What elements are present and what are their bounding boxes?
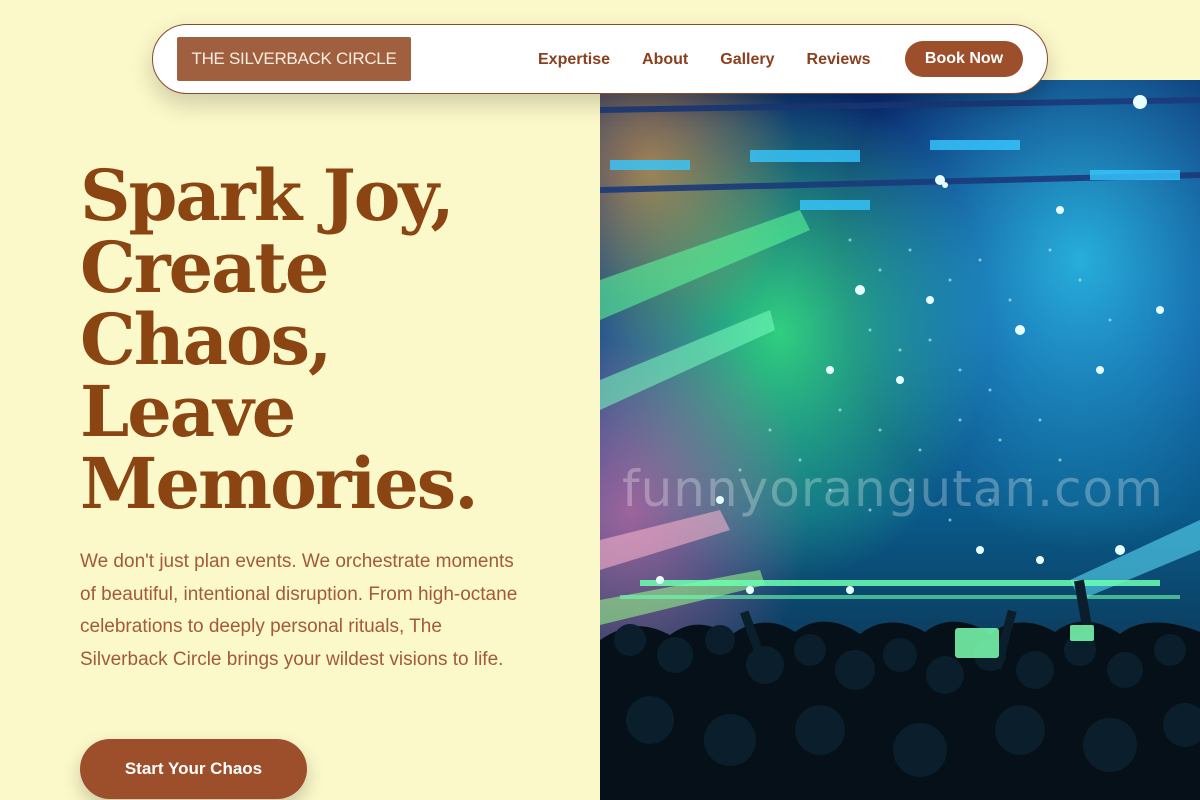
top-navbar: THE SILVERBACK CIRCLE Expertise About Ga… [152,24,1048,94]
headline-line: Memories. [80,442,479,525]
nav-link-expertise[interactable]: Expertise [538,51,610,69]
image-watermark: funnyorangutan.com [622,460,1164,518]
nav-links: Expertise About Gallery Reviews [538,25,871,95]
nav-link-gallery[interactable]: Gallery [720,51,774,69]
hero-description: We don't just plan events. We orchestrat… [80,551,518,670]
start-your-chaos-button[interactable]: Start Your Chaos [80,739,307,799]
headline-line: Spark Joy, [80,154,455,237]
nav-link-about[interactable]: About [642,51,688,69]
book-now-button[interactable]: Book Now [905,41,1023,77]
hero-headline: Spark Joy, Create Chaos, Leave Memories. [80,160,580,520]
headline-line: Chaos, [80,298,332,381]
nav-link-reviews[interactable]: Reviews [807,51,871,69]
hero-concert-image: funnyorangutan.com [600,80,1200,800]
headline-line: Create [80,226,329,309]
brand-logo[interactable]: THE SILVERBACK CIRCLE [177,37,411,81]
headline-line: Leave [80,370,296,453]
concert-scene-graphic [600,80,1200,800]
